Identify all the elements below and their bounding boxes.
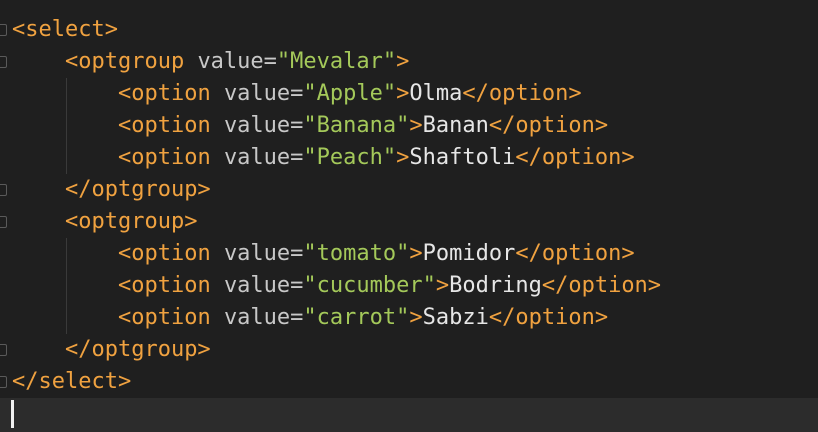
token-tag: <optgroup> bbox=[64, 209, 198, 234]
token-tag: </option> bbox=[462, 81, 582, 106]
token-attr: value= bbox=[223, 145, 304, 170]
token-tag: > bbox=[396, 81, 410, 106]
code-line[interactable]: </optgroup> bbox=[12, 334, 661, 366]
code-line[interactable]: <option value="Peach">Shaftoli</option> bbox=[12, 142, 661, 174]
fold-marker-icon[interactable] bbox=[0, 216, 7, 228]
token-tag: </option> bbox=[541, 273, 662, 298]
token-attr: value= bbox=[223, 113, 304, 138]
token-tag: </select> bbox=[12, 369, 132, 394]
token-str: "cucumber" bbox=[303, 273, 436, 298]
code-editor[interactable]: <select> <optgroup value="Mevalar"> <opt… bbox=[0, 0, 818, 432]
code-line[interactable]: <optgroup> bbox=[12, 206, 661, 238]
token-tag: <option bbox=[117, 241, 224, 266]
token-str: "Mevalar" bbox=[276, 49, 397, 74]
token-str: "tomato" bbox=[303, 241, 410, 266]
token-tag: </option> bbox=[488, 113, 609, 138]
token-txt: Pomidor bbox=[422, 241, 516, 266]
code-line[interactable]: <option value="tomato">Pomidor</option> bbox=[12, 238, 661, 270]
token-tag: </option> bbox=[515, 241, 635, 266]
fold-marker-icon[interactable] bbox=[0, 56, 7, 68]
token-tag: <option bbox=[117, 305, 224, 330]
token-tag: > bbox=[396, 145, 410, 170]
fold-marker-icon[interactable] bbox=[0, 376, 7, 388]
fold-gutter bbox=[0, 0, 10, 432]
token-str: "carrot" bbox=[303, 305, 410, 330]
text-cursor bbox=[11, 400, 14, 428]
token-str: "Peach" bbox=[303, 145, 397, 170]
token-tag: </optgroup> bbox=[64, 177, 211, 202]
fold-marker-icon[interactable] bbox=[0, 24, 7, 36]
token-attr: value= bbox=[223, 241, 304, 266]
token-txt: Bodring bbox=[449, 273, 542, 298]
code-line[interactable]: <select> bbox=[12, 14, 661, 46]
token-tag: <option bbox=[117, 145, 224, 170]
token-tag: > bbox=[409, 241, 423, 266]
token-tag: <optgroup bbox=[64, 49, 198, 74]
token-tag: </option> bbox=[488, 305, 609, 330]
fold-marker-icon[interactable] bbox=[0, 184, 7, 196]
token-tag: <option bbox=[117, 113, 224, 138]
token-tag: > bbox=[396, 49, 410, 74]
token-tag: <select> bbox=[12, 17, 118, 42]
code-line[interactable]: <optgroup value="Mevalar"> bbox=[12, 46, 661, 78]
code-line[interactable]: </select> bbox=[12, 366, 661, 398]
code-line[interactable]: <option value="Banana">Banan</option> bbox=[12, 110, 661, 142]
token-attr: value= bbox=[223, 81, 304, 106]
token-tag: <option bbox=[117, 81, 224, 106]
token-txt: Banan bbox=[422, 113, 489, 138]
token-txt: Olma bbox=[409, 81, 463, 106]
code-line[interactable]: </optgroup> bbox=[12, 174, 661, 206]
code-line[interactable]: <option value="cucumber">Bodring</option… bbox=[12, 270, 661, 302]
code-line[interactable]: <option value="carrot">Sabzi</option> bbox=[12, 302, 661, 334]
current-line-highlight bbox=[0, 398, 818, 432]
token-str: "Banana" bbox=[303, 113, 410, 138]
code-lines[interactable]: <select> <optgroup value="Mevalar"> <opt… bbox=[12, 14, 661, 398]
token-txt: Shaftoli bbox=[409, 145, 516, 170]
token-attr: value= bbox=[223, 305, 304, 330]
token-tag: > bbox=[409, 113, 423, 138]
code-line[interactable]: <option value="Apple">Olma</option> bbox=[12, 78, 661, 110]
token-str: "Apple" bbox=[303, 81, 397, 106]
token-attr: value= bbox=[197, 49, 277, 74]
token-txt: Sabzi bbox=[422, 305, 489, 330]
token-tag: </option> bbox=[515, 145, 635, 170]
token-tag: > bbox=[409, 305, 423, 330]
token-attr: value= bbox=[223, 273, 304, 298]
token-tag: <option bbox=[117, 273, 224, 298]
fold-marker-icon[interactable] bbox=[0, 344, 7, 356]
token-tag: > bbox=[435, 273, 450, 298]
token-tag: </optgroup> bbox=[64, 337, 211, 362]
